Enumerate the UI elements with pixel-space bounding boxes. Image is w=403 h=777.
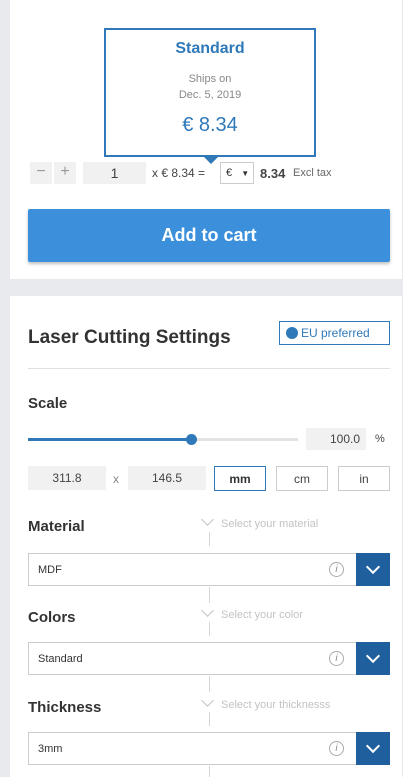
material-label: Material [28,518,85,535]
unit-cm-button[interactable]: cm [276,466,328,491]
connector-line [209,712,210,726]
scale-unit: % [375,433,385,445]
unit-mm-button[interactable]: mm [214,466,266,491]
height-input[interactable]: 146.5 [128,466,206,490]
info-icon[interactable]: i [329,651,344,666]
ships-date: Dec. 5, 2019 [178,89,242,101]
total-price: 8.34 [260,166,286,181]
caret-down-icon: ▼ [241,169,250,178]
colors-label: Colors [28,609,76,626]
material-value: MDF [38,564,62,576]
shipping-title: Standard [175,40,245,57]
eu-badge-label: EU preferred [301,326,370,340]
quantity-input[interactable] [83,162,146,184]
connector-line [209,622,210,636]
dimension-separator: x [113,472,119,486]
connector-line [209,766,210,777]
thickness-select[interactable]: 3mm i [28,732,390,765]
material-select[interactable]: MDF i [28,553,390,586]
chevron-down-icon [201,513,214,526]
scale-slider[interactable] [28,434,298,445]
quantity-minus-button[interactable]: − [30,162,52,184]
thickness-label: Thickness [28,699,102,716]
quantity-plus-button[interactable]: + [54,162,76,184]
unit-in-button[interactable]: in [338,466,390,491]
connector-line [209,532,210,546]
currency-select[interactable]: € ▼ [220,162,254,184]
connector-line [209,676,210,692]
scale-slider-fill [28,438,192,441]
shipping-option-standard[interactable]: Standard Ships on Dec. 5, 2019 € 8.34 [104,28,316,164]
add-to-cart-button[interactable]: Add to cart [28,209,390,262]
chevron-down-icon [201,604,214,617]
globe-icon [286,327,298,339]
currency-value: € [226,167,233,179]
thickness-value: 3mm [38,743,63,755]
thickness-hint: Select your thicknesss [201,694,330,711]
scale-label: Scale [28,395,68,412]
width-input[interactable]: 311.8 [28,466,106,490]
colors-hint: Select your color [201,604,303,621]
dropdown-toggle-icon[interactable] [356,732,390,765]
eu-preferred-badge[interactable]: EU preferred [279,321,390,345]
info-icon[interactable]: i [329,741,344,756]
info-icon[interactable]: i [329,562,344,577]
connector-line [209,587,210,603]
material-hint: Select your material [201,513,318,530]
chevron-down-icon [201,694,214,707]
ships-on-label: Ships on [188,73,232,85]
colors-value: Standard [38,653,83,665]
scale-input[interactable]: 100.0 [306,428,366,450]
section-divider [28,368,390,369]
dropdown-toggle-icon[interactable] [356,553,390,586]
pointer-arrow-icon [203,156,219,164]
colors-select[interactable]: Standard i [28,642,390,675]
settings-title: Laser Cutting Settings [28,327,231,348]
tax-note: Excl tax [293,167,332,179]
shipping-price: € 8.34 [182,114,238,136]
dropdown-toggle-icon[interactable] [356,642,390,675]
unit-price-text: x € 8.34 = [152,166,206,180]
